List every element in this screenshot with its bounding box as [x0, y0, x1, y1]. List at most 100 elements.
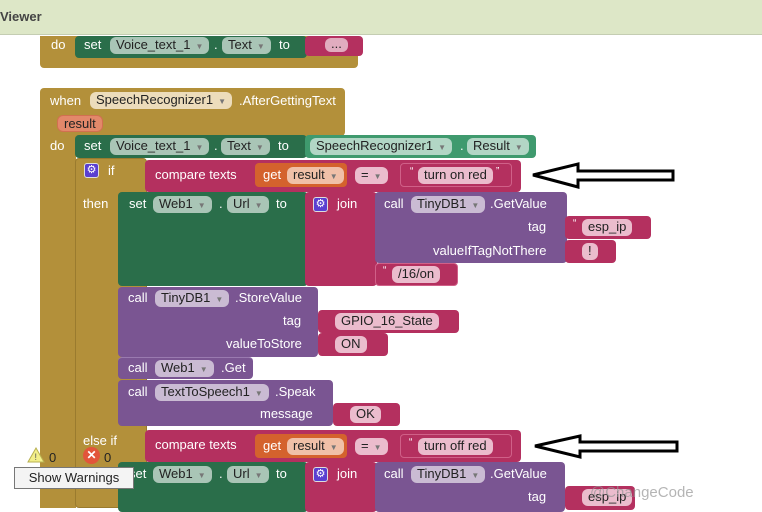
chevron-down-icon: ▼ [254, 201, 263, 210]
get-label: get [263, 167, 282, 182]
text-value[interactable]: esp_ip [582, 219, 633, 236]
component-dropdown[interactable]: Web1 ▼ [153, 466, 212, 483]
gear-icon[interactable]: ⚙ [313, 467, 328, 482]
quote-icon: “ [410, 166, 414, 177]
method-label: .GetValue [490, 196, 547, 211]
tag-label: tag [528, 489, 547, 504]
to-label: to [276, 196, 287, 211]
variable-dropdown[interactable]: result ▼ [287, 438, 344, 455]
dropdown-value: Url [233, 196, 250, 211]
annotation-arrow-icon [532, 162, 675, 189]
method-label: .GetValue [490, 466, 547, 481]
dropdown-value: TinyDB1 [417, 466, 467, 481]
tag-label: tag [528, 219, 547, 234]
component-dropdown[interactable]: Voice_text_1 ▼ [110, 138, 210, 155]
dropdown-value: TinyDB1 [161, 290, 211, 305]
dropdown-value: Result [473, 138, 510, 153]
call-label: call [128, 384, 148, 399]
dropdown-value: result [293, 438, 325, 453]
to-label: to [278, 138, 289, 153]
chevron-down-icon: ▼ [255, 143, 264, 152]
property-dropdown[interactable]: Url ▼ [227, 196, 269, 213]
chevron-down-icon: ▼ [195, 143, 204, 152]
chevron-down-icon: ▼ [471, 201, 480, 210]
component-dropdown[interactable]: TinyDB1 ▼ [155, 290, 230, 307]
dropdown-value: Voice_text_1 [116, 37, 191, 52]
join-label: join [337, 196, 358, 211]
operator-dropdown[interactable]: = ▼ [355, 438, 388, 455]
chevron-down-icon: ▼ [329, 172, 338, 181]
property-dropdown[interactable]: Text ▼ [222, 37, 271, 54]
dropdown-value: Web1 [159, 196, 193, 211]
component-dropdown[interactable]: TinyDB1 ▼ [411, 466, 486, 483]
get-label: get [263, 438, 282, 453]
chevron-down-icon: ▼ [256, 42, 265, 51]
dropdown-value: SpeechRecognizer1 [316, 138, 434, 153]
chevron-down-icon: ▼ [195, 42, 204, 51]
call-label: call [384, 196, 404, 211]
chevron-down-icon: ▼ [373, 172, 382, 181]
quote-icon: “ [383, 265, 387, 276]
text-value[interactable]: turn off red [418, 438, 493, 455]
text-value[interactable]: turn on red [418, 167, 493, 184]
component-dropdown[interactable]: Voice_text_1 ▼ [110, 37, 210, 54]
gear-icon[interactable]: ⚙ [313, 197, 328, 212]
dropdown-value: Text [228, 37, 252, 52]
text-value[interactable]: ! [582, 243, 598, 260]
chevron-down-icon: ▼ [218, 97, 226, 106]
dropdown-value: TextToSpeech1 [161, 384, 250, 399]
method-label: .Get [221, 360, 246, 375]
error-count: 0 [104, 450, 112, 465]
dot-label: . [460, 138, 464, 153]
call-label: call [384, 466, 404, 481]
show-warnings-button[interactable]: Show Warnings [14, 467, 134, 489]
watermark: @ChangeCode [590, 484, 694, 501]
operator-dropdown[interactable]: = ▼ [355, 167, 388, 184]
dot-label: . [219, 466, 223, 481]
warning-icon: ! [27, 447, 45, 463]
dropdown-value: SpeechRecognizer1 [96, 92, 214, 107]
compare-label: compare texts [155, 167, 237, 182]
text-value[interactable]: /16/on [392, 266, 441, 283]
join-label: join [337, 466, 358, 481]
warning-count: 0 [49, 450, 57, 465]
chevron-down-icon: ▼ [438, 143, 446, 152]
if-label: if [108, 163, 115, 178]
component-dropdown[interactable]: Web1 ▼ [153, 196, 212, 213]
chevron-down-icon: ▼ [514, 143, 523, 152]
component-dropdown[interactable]: TinyDB1 ▼ [411, 196, 486, 213]
text-value[interactable]: ... [325, 37, 348, 52]
dropdown-value: = [361, 167, 369, 182]
dot-label: . [219, 196, 223, 211]
chevron-down-icon: ▼ [254, 389, 263, 398]
error-icon: ✕ [83, 447, 100, 464]
annotation-arrow-icon [534, 434, 679, 459]
property-dropdown[interactable]: Text ▼ [221, 138, 270, 155]
dropdown-value: Web1 [161, 360, 195, 375]
text-value[interactable]: OK [350, 406, 381, 423]
text-value[interactable]: GPIO_16_State [335, 313, 439, 330]
dropdown-value: = [361, 438, 369, 453]
chevron-down-icon: ▼ [199, 365, 208, 374]
text-value[interactable]: ON [335, 336, 367, 353]
component-dropdown[interactable]: Web1 ▼ [155, 360, 214, 377]
component-dropdown[interactable]: SpeechRecognizer1 ▼ [310, 138, 452, 155]
speech-recognizer-dropdown[interactable]: SpeechRecognizer1 ▼ [90, 92, 232, 109]
dropdown-value: Text [227, 138, 251, 153]
dropdown-value: Web1 [159, 466, 193, 481]
property-dropdown[interactable]: Result ▼ [467, 138, 529, 155]
value-if-tag-not-there-label: valueIfTagNotThere [433, 243, 547, 258]
property-dropdown[interactable]: Url ▼ [227, 466, 269, 483]
chevron-down-icon: ▼ [329, 443, 338, 452]
tag-label: tag [283, 313, 302, 328]
variable-dropdown[interactable]: result ▼ [287, 167, 344, 184]
to-label: to [279, 37, 290, 52]
event-body-rail [40, 130, 76, 508]
event-name: .AfterGettingText [239, 93, 336, 108]
gear-icon[interactable]: ⚙ [84, 163, 99, 178]
quote-icon: “ [409, 437, 413, 448]
dropdown-value: TinyDB1 [417, 196, 467, 211]
dropdown-value: Url [233, 466, 250, 481]
result-param[interactable]: result [57, 115, 103, 132]
component-dropdown[interactable]: TextToSpeech1 ▼ [155, 384, 269, 401]
